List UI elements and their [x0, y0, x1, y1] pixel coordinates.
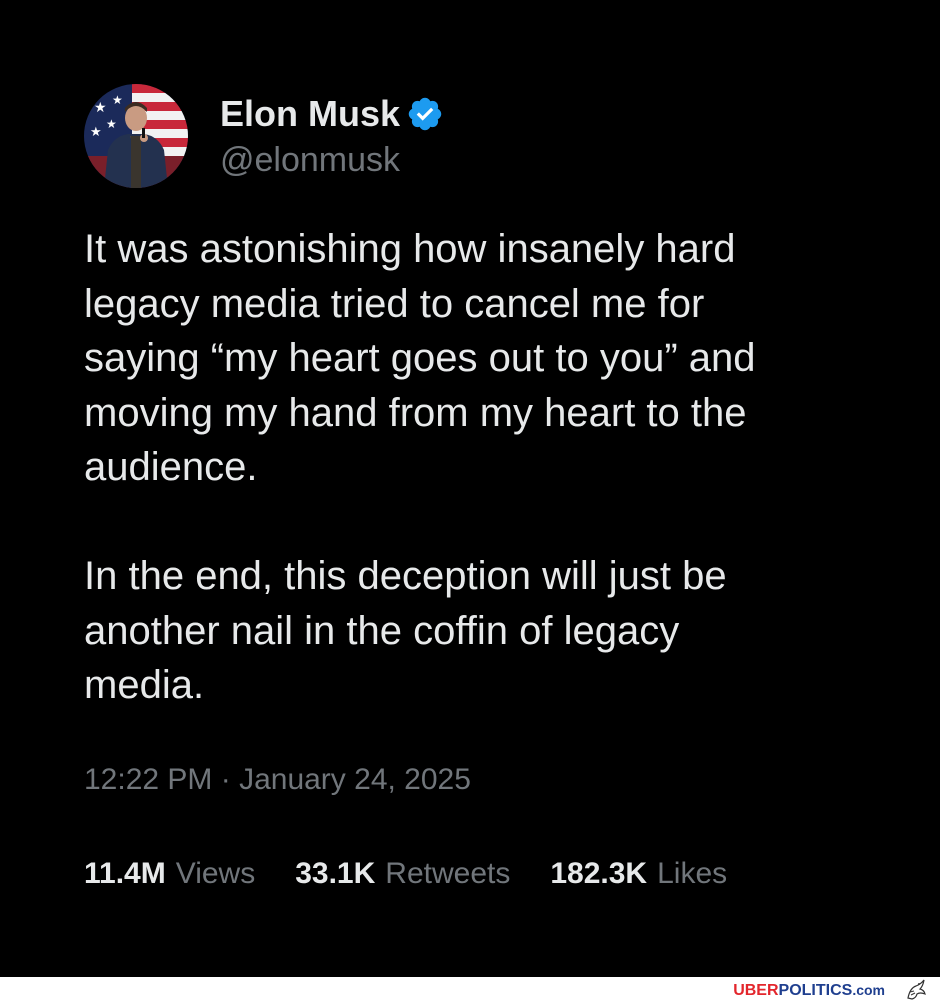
svg-text:★: ★ — [112, 93, 123, 107]
eagle-icon — [907, 979, 926, 1000]
footer-bar: UBERPOLITICS.com — [0, 977, 940, 1002]
stat-likes[interactable]: 182.3K Likes — [550, 856, 727, 892]
author-handle[interactable]: @elonmusk — [220, 138, 400, 182]
views-count: 11.4M — [84, 857, 166, 890]
author-name-row[interactable]: Elon Musk — [220, 92, 444, 136]
watermark-politics: POLITICS — [778, 982, 853, 999]
author-name[interactable]: Elon Musk — [220, 94, 400, 134]
tweet-text: It was astonishing how insanely hard leg… — [84, 222, 884, 713]
svg-text:★: ★ — [106, 117, 117, 131]
likes-count: 182.3K — [550, 857, 648, 890]
avatar-image: ★ ★ ★ ★ — [84, 84, 188, 188]
likes-label: Likes — [657, 857, 728, 890]
tweet-paragraph-2: In the end, this deception will just be … — [84, 554, 727, 707]
tweet-stats: 11.4M Views 33.1K Retweets 182.3K Likes — [84, 856, 767, 892]
avatar[interactable]: ★ ★ ★ ★ — [84, 84, 188, 188]
stat-retweets[interactable]: 33.1K Retweets — [295, 856, 510, 892]
tweet-timestamp[interactable]: 12:22 PM · January 24, 2025 — [84, 762, 471, 798]
retweets-label: Retweets — [385, 857, 511, 890]
watermark-domain: .com — [852, 982, 885, 998]
tweet-paragraph-1: It was astonishing how insanely hard leg… — [84, 227, 756, 489]
watermark: UBERPOLITICS.com — [733, 981, 885, 1000]
views-label: Views — [175, 857, 256, 890]
stat-views[interactable]: 11.4M Views — [84, 856, 255, 892]
svg-text:★: ★ — [90, 125, 102, 140]
tweet-card: ★ ★ ★ ★ Elon Musk @elonmusk It was aston… — [0, 0, 940, 977]
verified-badge-icon — [406, 95, 444, 133]
svg-text:★: ★ — [94, 100, 107, 116]
retweets-count: 33.1K — [295, 857, 376, 890]
watermark-uber: UBER — [733, 982, 779, 999]
